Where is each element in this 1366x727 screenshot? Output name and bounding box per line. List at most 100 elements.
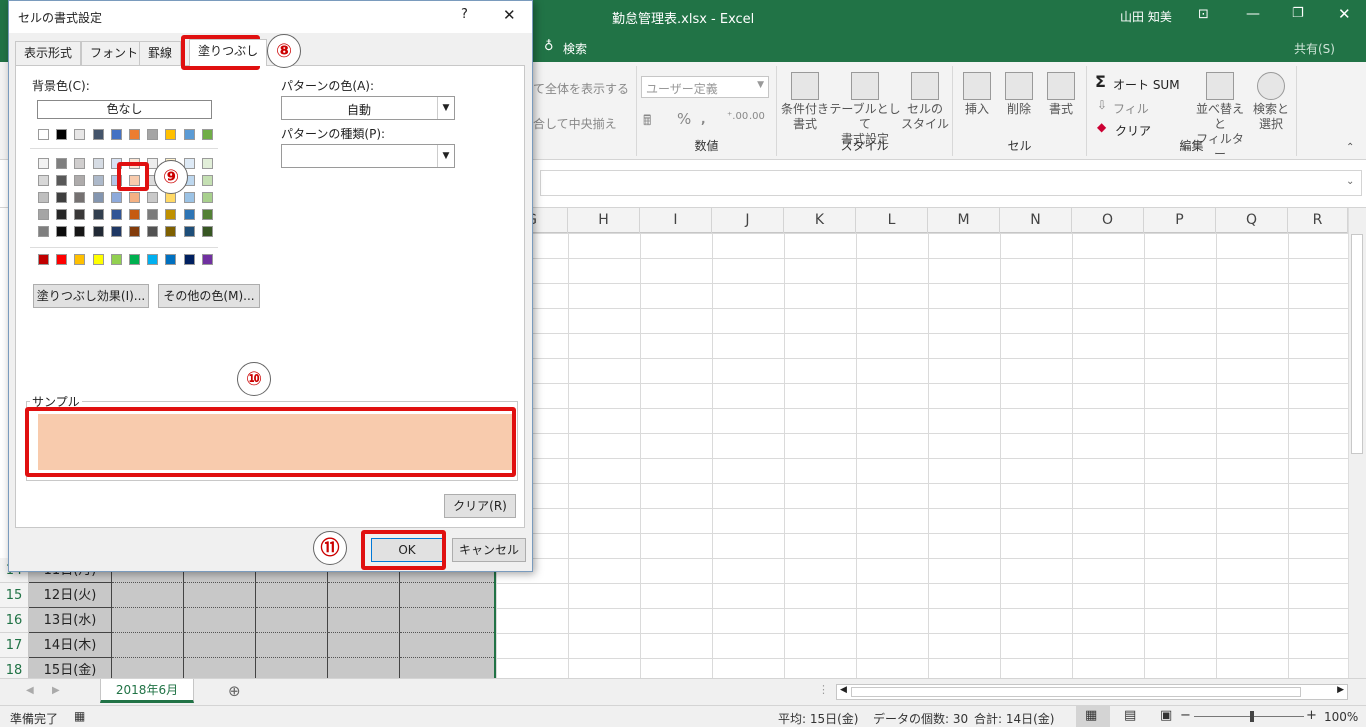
theme-color-swatch[interactable] [92, 129, 104, 140]
theme-shade-swatch[interactable] [201, 158, 213, 169]
standard-color-swatch[interactable] [201, 254, 213, 265]
standard-color-swatch[interactable] [38, 254, 49, 265]
number-format-select[interactable]: ユーザー定義 ▼ [641, 76, 769, 98]
theme-shade-swatch[interactable] [92, 175, 104, 186]
autosum-button[interactable]: オート SUM [1113, 76, 1180, 93]
standard-color-swatch[interactable] [56, 254, 68, 265]
split-handle-icon[interactable]: ⋮ [818, 683, 829, 696]
page-layout-icon[interactable]: ▤ [1124, 708, 1136, 723]
theme-shade-swatch[interactable] [56, 192, 68, 203]
row-header[interactable]: 17 [0, 633, 29, 658]
theme-shade-swatch[interactable] [183, 192, 195, 203]
shaded-cell[interactable] [256, 583, 328, 608]
shaded-cell[interactable] [400, 633, 496, 658]
column-header-k[interactable]: K [784, 208, 856, 233]
standard-color-swatch[interactable] [92, 254, 104, 265]
clear-button[interactable]: クリア(R) [444, 494, 516, 518]
theme-shade-swatch[interactable] [38, 226, 49, 237]
theme-color-swatch[interactable] [147, 129, 159, 140]
theme-color-swatch[interactable] [201, 129, 213, 140]
shaded-cell[interactable] [112, 633, 184, 658]
chevron-down-icon[interactable]: ▼ [437, 97, 454, 119]
wrap-text-button[interactable]: て全体を表示する [533, 80, 629, 97]
horizontal-scroll-thumb[interactable] [851, 687, 1301, 697]
shaded-cell[interactable] [328, 608, 400, 633]
theme-shade-swatch[interactable] [38, 209, 49, 220]
currency-icon[interactable]: 🖩 [643, 110, 651, 134]
eraser-icon[interactable]: ◆ [1097, 120, 1106, 134]
zoom-slider[interactable] [1194, 716, 1304, 717]
date-cell[interactable]: 12日(火) [29, 583, 112, 608]
theme-shade-swatch[interactable] [38, 175, 49, 186]
theme-shade-swatch[interactable] [147, 226, 159, 237]
sheet-tab-active[interactable]: 2018年6月 [100, 679, 194, 703]
zoom-level[interactable]: 100% [1324, 710, 1358, 724]
shaded-cell[interactable] [400, 583, 496, 608]
delete-button[interactable]: 削除 [999, 72, 1039, 117]
shaded-cell[interactable] [256, 608, 328, 633]
tab-fill[interactable]: 塗りつぶし [189, 39, 268, 66]
theme-shade-swatch[interactable] [74, 175, 86, 186]
theme-shade-swatch[interactable] [110, 209, 122, 220]
share-button[interactable]: 共有(S) [1294, 40, 1335, 57]
shaded-cell[interactable] [184, 633, 256, 658]
shaded-cell[interactable] [184, 608, 256, 633]
add-sheet-icon[interactable]: ⊕ [228, 682, 241, 700]
date-cell[interactable]: 13日(水) [29, 608, 112, 633]
column-header-m[interactable]: M [928, 208, 1000, 233]
minimize-icon[interactable]: — [1246, 6, 1260, 22]
theme-shade-swatch[interactable] [74, 226, 86, 237]
theme-color-swatch[interactable] [129, 129, 140, 140]
theme-shade-swatch[interactable] [110, 226, 122, 237]
no-color-button[interactable]: 色なし [37, 100, 212, 119]
theme-shade-swatch[interactable] [56, 175, 68, 186]
merge-center-button[interactable]: 合して中央揃え [533, 115, 617, 132]
normal-view-icon[interactable]: ▦ [1085, 708, 1097, 723]
shaded-cell[interactable] [112, 583, 184, 608]
column-header-o[interactable]: O [1072, 208, 1144, 233]
theme-shade-swatch[interactable] [201, 226, 213, 237]
fill-icon[interactable]: ⇩ [1097, 98, 1107, 112]
dialog-close-button[interactable]: ✕ [503, 6, 516, 24]
macro-record-icon[interactable]: ▦ [74, 709, 85, 723]
restore-icon[interactable]: ❐ [1292, 6, 1304, 21]
column-header-q[interactable]: Q [1216, 208, 1288, 233]
theme-shade-swatch[interactable] [201, 192, 213, 203]
tell-me-search[interactable]: 検索 [563, 40, 587, 57]
insert-button[interactable]: 挿入 [957, 72, 997, 117]
theme-shade-swatch[interactable] [56, 209, 68, 220]
theme-color-swatch[interactable] [165, 129, 177, 140]
vertical-scroll-thumb[interactable] [1351, 234, 1363, 454]
theme-color-swatch[interactable] [74, 129, 86, 140]
zoom-slider-thumb[interactable] [1250, 711, 1254, 722]
theme-shade-swatch[interactable] [56, 158, 68, 169]
shaded-cell[interactable] [184, 583, 256, 608]
column-header-j[interactable]: J [712, 208, 784, 233]
shaded-cell[interactable] [400, 608, 496, 633]
column-header-l[interactable]: L [856, 208, 928, 233]
pattern-type-select[interactable]: ▼ [281, 144, 455, 168]
zoom-in-icon[interactable]: + [1306, 708, 1317, 723]
page-break-icon[interactable]: ▣ [1160, 708, 1172, 723]
cell-styles-button[interactable]: セルの スタイル [899, 72, 951, 132]
theme-shade-swatch[interactable] [129, 226, 140, 237]
theme-color-swatch[interactable] [56, 129, 68, 140]
theme-shade-swatch[interactable] [92, 158, 104, 169]
theme-shade-swatch[interactable] [110, 192, 122, 203]
column-header-i[interactable]: I [640, 208, 712, 233]
comma-icon[interactable]: , [701, 112, 706, 126]
column-header-p[interactable]: P [1144, 208, 1216, 233]
shaded-cell[interactable] [256, 633, 328, 658]
tab-font[interactable]: フォント [81, 41, 148, 65]
theme-shade-swatch[interactable] [74, 192, 86, 203]
theme-shade-swatch[interactable] [165, 209, 177, 220]
decrease-decimal-icon[interactable]: .00 [749, 111, 765, 122]
theme-shade-swatch[interactable] [38, 158, 49, 169]
ribbon-display-icon[interactable]: ⊡ [1198, 7, 1209, 22]
fill-button[interactable]: フィル [1113, 100, 1149, 117]
shaded-cell[interactable] [112, 608, 184, 633]
theme-shade-swatch[interactable] [74, 158, 86, 169]
prev-sheet-icon[interactable]: ◀ [26, 685, 34, 696]
theme-shade-swatch[interactable] [92, 226, 104, 237]
row-header[interactable]: 16 [0, 608, 29, 633]
